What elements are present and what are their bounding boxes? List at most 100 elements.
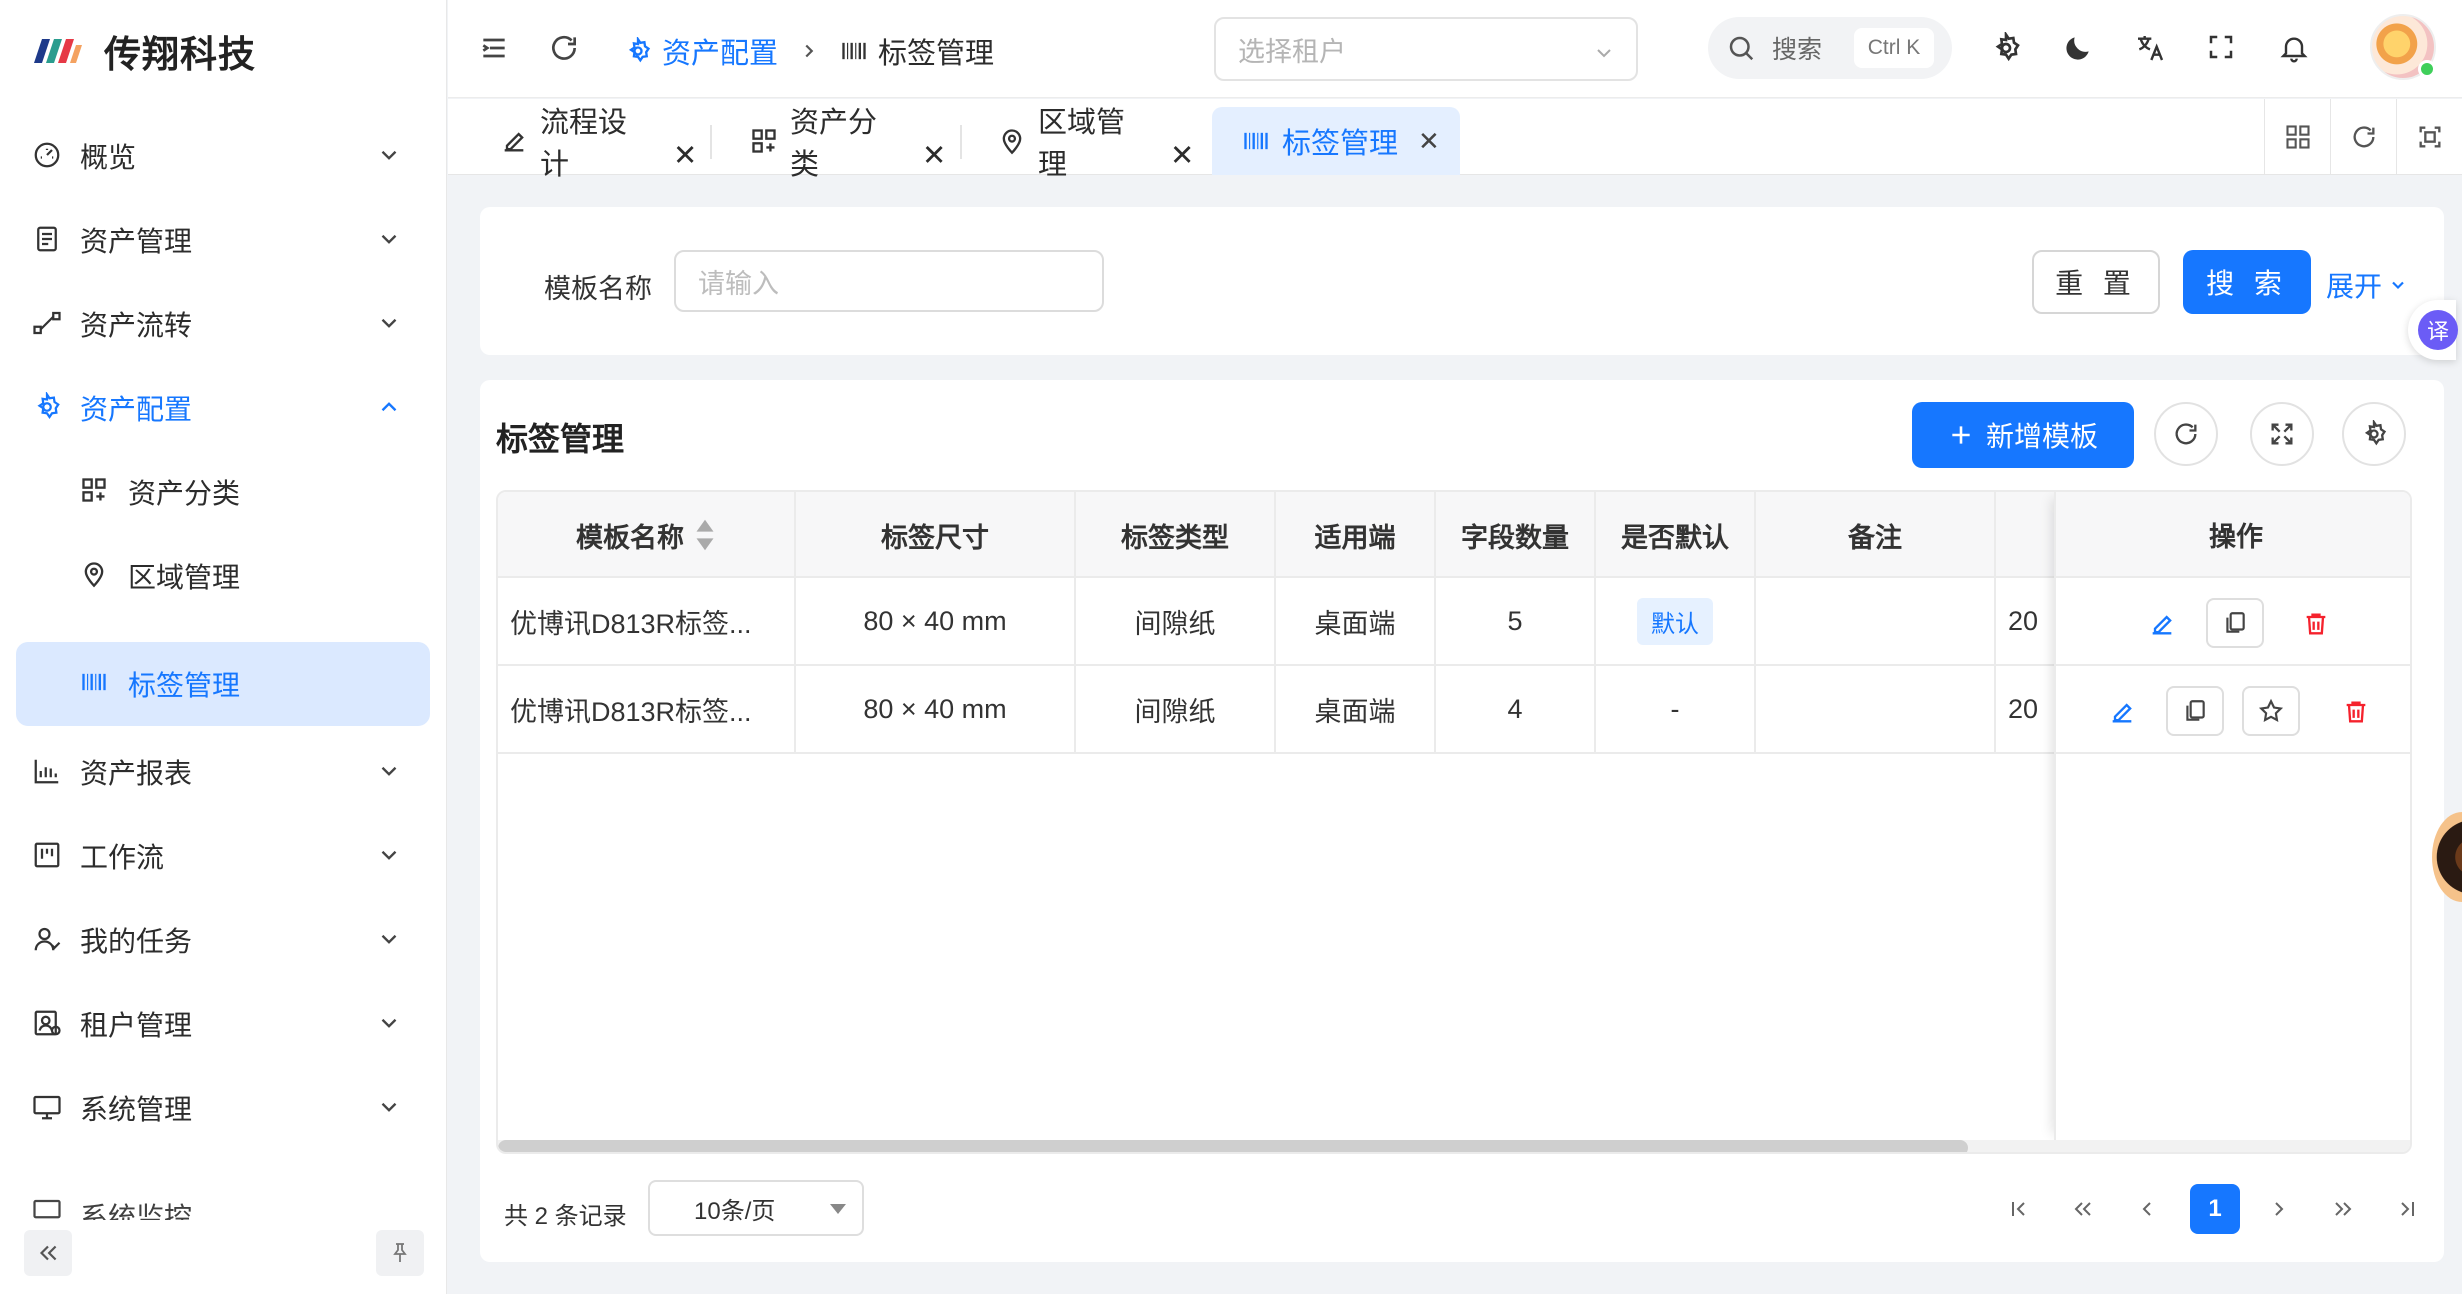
- breadcrumb: 资产配置 标签管理: [624, 30, 994, 72]
- tab-label: 标签管理: [1282, 128, 1399, 160]
- copy-button[interactable]: [2206, 598, 2264, 648]
- next-page-button[interactable]: [2254, 1184, 2304, 1234]
- translate-badge: 译: [2418, 310, 2458, 350]
- sidebar-item-area[interactable]: 区域管理: [16, 534, 430, 618]
- brand-name: 传翔科技: [104, 34, 256, 75]
- tab-close-icon[interactable]: ✕: [922, 121, 946, 189]
- global-search[interactable]: 搜索 Ctrl K: [1708, 17, 1952, 79]
- delete-button[interactable]: [2296, 604, 2336, 644]
- edit-button[interactable]: [2142, 604, 2182, 644]
- tab-close-icon[interactable]: ✕: [673, 121, 697, 189]
- bar-chart-icon: [32, 756, 62, 786]
- add-template-button[interactable]: 新增模板: [1912, 402, 2134, 468]
- tab-label-management[interactable]: 标签管理 ✕: [1212, 107, 1460, 175]
- tenant-icon: [32, 1008, 62, 1038]
- table-settings-button[interactable]: [2342, 402, 2406, 466]
- table-refresh-button[interactable]: [2154, 402, 2218, 466]
- expand-filter-link[interactable]: 展开: [2326, 265, 2408, 305]
- settings-button[interactable]: [1990, 32, 2022, 64]
- sidebar-item-label-management[interactable]: 标签管理: [16, 642, 430, 726]
- next-5-pages-button[interactable]: [2318, 1184, 2368, 1234]
- chevron-down-icon: [376, 226, 402, 252]
- sidebar-item-reports[interactable]: 资产报表: [16, 730, 430, 814]
- first-page-button[interactable]: [1994, 1184, 2044, 1234]
- sidebar-item-system-monitor[interactable]: 系统监控: [16, 1190, 430, 1220]
- table-fullscreen-button[interactable]: [2250, 402, 2314, 466]
- location-icon: [80, 560, 108, 588]
- column-header-name[interactable]: 模板名称: [498, 492, 796, 578]
- refresh-button[interactable]: [548, 32, 580, 64]
- category-icon: [80, 476, 108, 504]
- chevron-left-icon: [2135, 1197, 2159, 1221]
- collapse-sidebar-button[interactable]: [24, 1230, 72, 1276]
- tab-area-management[interactable]: 区域管理: [998, 107, 1148, 181]
- search-button[interactable]: 搜 索: [2183, 250, 2311, 314]
- barcode-icon: [840, 37, 868, 65]
- last-page-button[interactable]: [2382, 1184, 2432, 1234]
- tab-maximize-button[interactable]: [2396, 99, 2462, 175]
- copy-button[interactable]: [2166, 686, 2224, 736]
- menu-toggle-button[interactable]: [478, 32, 510, 64]
- tab-grid-button[interactable]: [2264, 99, 2330, 175]
- chevron-right-icon: [798, 40, 820, 62]
- breadcrumb-item: 标签管理: [878, 38, 995, 70]
- page-size-select[interactable]: 10条/页: [648, 1180, 864, 1236]
- column-title: 模板名称: [576, 522, 684, 553]
- copy-icon: [2182, 698, 2208, 724]
- sidebar-item-system[interactable]: 系统管理: [16, 1066, 430, 1150]
- tab-process-design[interactable]: 流程设计: [500, 107, 650, 181]
- brand[interactable]: 传翔科技: [28, 24, 256, 78]
- cell-type: 间隙纸: [1076, 666, 1276, 752]
- sidebar-item-asset-flow[interactable]: 资产流转: [16, 282, 430, 366]
- pin-sidebar-button[interactable]: [376, 1230, 424, 1276]
- sidebar-item-overview[interactable]: 概览: [16, 114, 430, 198]
- tab-close-icon[interactable]: ✕: [1418, 126, 1440, 157]
- sidebar-item-label: 资产分类: [128, 478, 241, 509]
- sidebar-item-asset-config[interactable]: 资产配置: [16, 366, 430, 450]
- tab-refresh-button[interactable]: [2330, 99, 2396, 175]
- cell-size: 80 × 40 mm: [796, 578, 1076, 664]
- notifications-button[interactable]: [2278, 32, 2310, 64]
- edit-button[interactable]: [2102, 692, 2142, 732]
- sidebar-item-my-tasks[interactable]: 我的任务: [16, 898, 430, 982]
- tab-label: 资产分类: [790, 107, 878, 181]
- sidebar-item-tenant[interactable]: 租户管理: [16, 982, 430, 1066]
- scrollbar-thumb[interactable]: [498, 1140, 1968, 1152]
- sidebar-item-asset-management[interactable]: 资产管理: [16, 198, 430, 282]
- page-button-current[interactable]: 1: [2190, 1184, 2240, 1234]
- breadcrumb-item[interactable]: 资产配置: [662, 30, 778, 72]
- column-header-platform: 适用端: [1276, 492, 1436, 578]
- delete-button[interactable]: [2336, 692, 2376, 732]
- chevron-down-icon: [376, 142, 402, 168]
- language-button[interactable]: [2134, 32, 2166, 64]
- reset-button[interactable]: 重 置: [2032, 250, 2160, 314]
- plus-icon: [1948, 422, 1974, 448]
- prev-5-pages-button[interactable]: [2058, 1184, 2108, 1234]
- search-shortcut: Ctrl K: [1854, 28, 1934, 68]
- sort-icon[interactable]: [694, 518, 716, 552]
- user-task-icon: [32, 924, 62, 954]
- avatar[interactable]: [2370, 14, 2436, 80]
- set-default-button[interactable]: [2242, 686, 2300, 736]
- monitor-icon: [32, 1092, 62, 1122]
- cell-field-count: 5: [1436, 578, 1596, 664]
- edit-icon: [2108, 698, 2136, 726]
- chevron-down-icon: [2388, 275, 2408, 295]
- sidebar-item-asset-category[interactable]: 资产分类: [16, 450, 430, 534]
- tab-asset-category[interactable]: 资产分类: [750, 107, 900, 181]
- cell-default: 默认: [1596, 578, 1756, 664]
- column-header-field-count: 字段数量: [1436, 492, 1596, 578]
- prev-page-button[interactable]: [2122, 1184, 2172, 1234]
- edit-icon: [500, 127, 528, 155]
- fullscreen-button[interactable]: [2206, 32, 2236, 62]
- template-name-input[interactable]: 请输入: [674, 250, 1104, 312]
- tab-close-icon[interactable]: ✕: [1170, 121, 1194, 189]
- theme-toggle-button[interactable]: [2062, 32, 2094, 64]
- sidebar-item-workflow[interactable]: 工作流: [16, 814, 430, 898]
- refresh-icon: [548, 32, 580, 64]
- horizontal-scrollbar[interactable]: [498, 1140, 2410, 1152]
- column-header-actions: 操作: [2056, 492, 2410, 578]
- tenant-select[interactable]: 选择租户: [1214, 17, 1638, 81]
- chevron-down-icon: [376, 926, 402, 952]
- chevron-down-icon: [376, 1010, 402, 1036]
